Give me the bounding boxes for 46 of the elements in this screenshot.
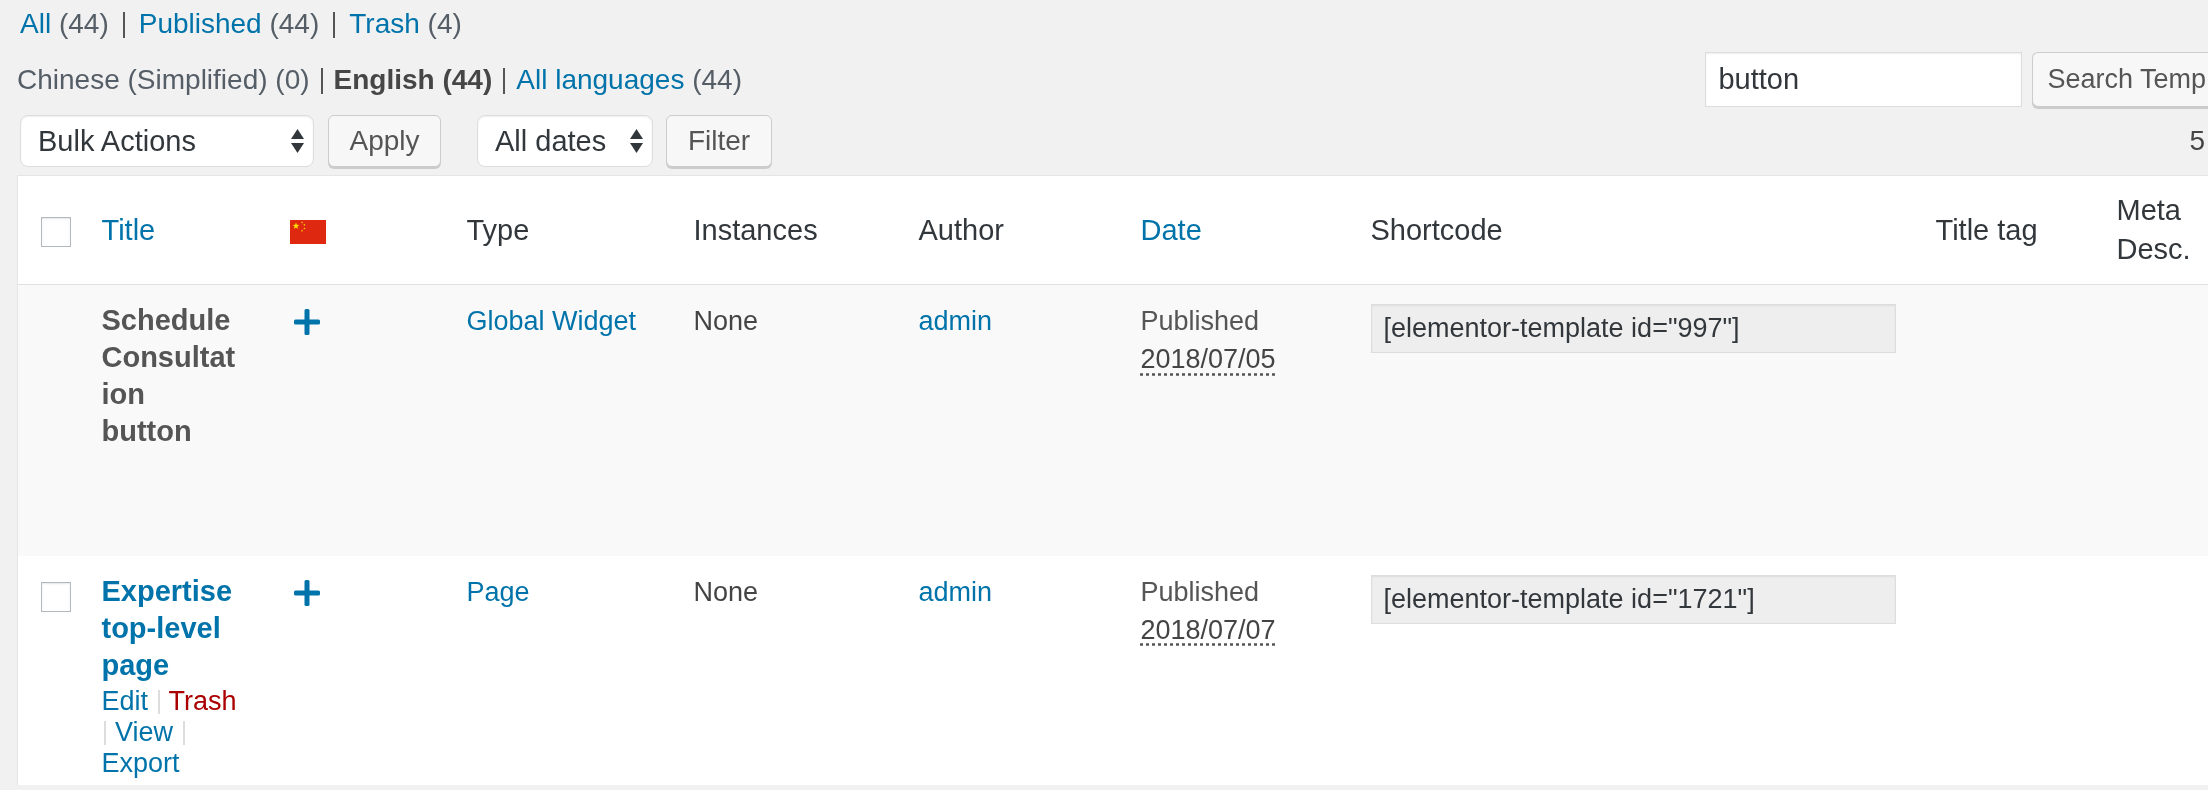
dates-dropdown[interactable]: All dates [477, 115, 653, 167]
row-checkbox[interactable] [41, 581, 71, 612]
shortcode-field[interactable]: [elementor-template id="997"] [1370, 304, 1896, 353]
template-title: Schedule Consultation button [101, 303, 237, 449]
shortcode-field[interactable]: [elementor-template id="1721"] [1370, 574, 1896, 624]
status-filter-link[interactable]: All (44) [20, 8, 109, 39]
date-text: 2018/07/05 [1140, 344, 1276, 374]
status-filter-link[interactable]: Trash (4) [349, 8, 462, 39]
up-down-arrows-icon [291, 129, 304, 153]
language-link[interactable]: All languages (44) [516, 63, 742, 95]
column-header: Instances [693, 213, 818, 246]
apply-button[interactable]: Apply [328, 115, 441, 167]
bulk-actions-dropdown[interactable]: Bulk Actions [20, 115, 314, 167]
column-header: Meta Desc. [2116, 194, 2191, 265]
status-text: Published [1140, 306, 1260, 336]
status-filter-link[interactable]: Published (44) [138, 8, 320, 39]
language-label: English (44) [333, 63, 493, 95]
author-link[interactable]: admin [918, 306, 993, 336]
instances-text: None [693, 306, 759, 336]
status-text: Published [1140, 576, 1260, 607]
row-action-link[interactable]: Export [101, 747, 180, 778]
search-button[interactable]: Search Temp [2032, 52, 2208, 107]
date-text: 2018/07/07 [1140, 614, 1276, 645]
plus-icon[interactable] [293, 309, 320, 335]
plus-icon[interactable] [293, 579, 320, 606]
select-all-checkbox[interactable] [41, 216, 71, 247]
row-action-link[interactable]: View [115, 716, 174, 747]
column-header: Type [466, 213, 530, 246]
up-down-arrows-icon [630, 129, 643, 153]
row-action-link[interactable]: Trash [168, 685, 237, 716]
row-action-link[interactable]: Edit [101, 685, 149, 716]
column-header: Shortcode [1370, 213, 1503, 246]
template-title-link[interactable]: Expertise top-level page [101, 572, 241, 684]
items-count-text: 5 [2189, 124, 2205, 158]
search-field[interactable]: button [1705, 52, 2023, 107]
type-link[interactable]: Page [466, 576, 530, 607]
column-header: Title tag [1935, 213, 2038, 246]
instances-text: None [693, 576, 759, 607]
language-label: Chinese (Simplified) (0) [17, 63, 310, 95]
column-header[interactable]: Date [1140, 213, 1202, 246]
column-header: Author [918, 213, 1004, 246]
type-link[interactable]: Global Widget [466, 306, 637, 336]
flag-icon [289, 219, 326, 244]
column-header[interactable]: Title [101, 213, 156, 246]
author-link[interactable]: admin [918, 576, 993, 607]
filter-button[interactable]: Filter [666, 115, 772, 167]
